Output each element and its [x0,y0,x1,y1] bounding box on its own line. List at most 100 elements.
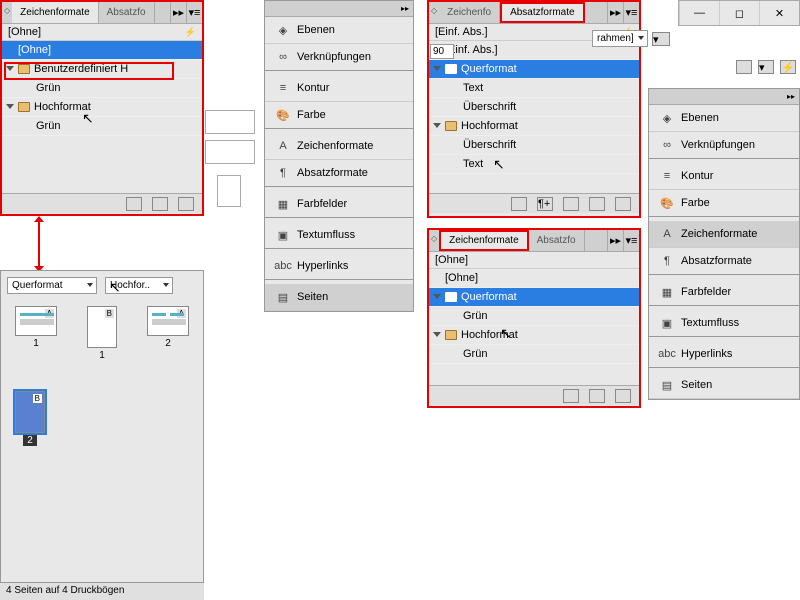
panel-expand-icon[interactable]: ▸▸ [787,92,795,101]
side-panel-item[interactable]: abcHyperlinks [649,341,799,368]
side-panel-item[interactable]: ≡Kontur [649,163,799,190]
list-item[interactable]: Grün [429,307,639,326]
panel-item-icon: ▣ [275,228,291,242]
side-panel-item[interactable]: 🎨Farbe [649,190,799,217]
toolbar-btn[interactable]: ⚡ [780,60,796,74]
status-bar: 4 Seiten auf 4 Druckbögen [0,582,204,600]
side-panel-item[interactable]: ▤Seiten [265,284,413,311]
toolbar-btn[interactable]: ▾ [652,32,670,46]
side-panel-item[interactable]: ∞Verknüpfungen [265,44,413,71]
disclosure-icon[interactable] [433,294,441,299]
disclosure-icon[interactable] [433,66,441,71]
new-group-button[interactable] [126,197,142,211]
list-item[interactable]: Hochformat [429,117,639,136]
list-item[interactable]: Überschrift [429,98,639,117]
collapse-icon[interactable]: ◇ [429,2,439,23]
pages-thumbnails: A 1 B 1 A 2 B 2 [1,300,203,452]
page-thumb-1a[interactable]: A 1 [15,306,57,361]
close-button[interactable]: ✕ [759,1,799,25]
new-group-button[interactable] [563,197,579,211]
panel-menu-icon[interactable]: ▾≡ [623,230,639,251]
tab-absatzformate[interactable]: Absatzfo [99,2,155,23]
panel-menu-icon[interactable]: ▾≡ [186,2,202,23]
side-panel-item[interactable]: ∞Verknüpfungen [649,132,799,159]
disclosure-icon[interactable] [433,332,441,337]
list-item[interactable]: Hochformat [429,326,639,345]
side-panel-item[interactable]: AZeichenformate [649,221,799,248]
list-item[interactable]: Benutzerdefiniert H [2,60,202,79]
page-thumb-2b[interactable]: B 2 [15,391,45,446]
side-panel-item[interactable]: ▦Farbfelder [265,191,413,218]
toolbar-btn[interactable]: ▾ [758,60,774,74]
collapse-icon[interactable]: ◇ [2,2,12,23]
collapse-icon[interactable]: ◇ [429,230,439,251]
list-item[interactable]: Querformat [429,60,639,79]
delete-button[interactable] [615,197,631,211]
list-item[interactable]: Querformat [429,288,639,307]
disclosure-icon[interactable] [433,123,441,128]
panel-item-label: Zeichenformate [681,228,757,240]
tab-zeichenformate[interactable]: Zeichenformate [439,230,528,251]
page-thumb-2a[interactable]: A 2 [147,306,189,361]
maximize-button[interactable]: ◻ [719,1,759,25]
new-style-button[interactable] [589,197,605,211]
panel-expand-icon[interactable]: ▸▸ [170,2,186,23]
panel-item-label: Ebenen [681,112,719,124]
panel-item-label: Farbfelder [297,198,347,210]
tab-absatzformate[interactable]: Absatzfo [529,230,585,251]
list-item-label: Grün [36,120,60,132]
list-item[interactable]: Grün [2,79,202,98]
panel-tabbar: ◇ Zeichenfo Absatzformate ▸▸ ▾≡ [429,2,639,24]
side-panel-item[interactable]: ▣Textumfluss [265,222,413,249]
delete-button[interactable] [178,197,194,211]
new-group-button[interactable] [563,389,579,403]
list-item[interactable]: [Ohne] [429,269,639,288]
master-dropdown-hochformat[interactable]: Hochfor.. [105,277,173,294]
side-panel-item[interactable]: ▦Farbfelder [649,279,799,306]
tab-absatzformate[interactable]: Absatzformate [500,2,584,23]
folder-icon [445,121,457,131]
list-item[interactable]: Überschrift [429,136,639,155]
panel-expand-icon[interactable]: ▸▸ [401,4,409,13]
list-item[interactable]: [Ohne] [2,41,202,60]
list-item[interactable]: Text [429,155,639,174]
header-label: [Ohne] [8,26,41,38]
side-panel-item[interactable]: ¶Absatzformate [265,160,413,187]
list-item[interactable]: Grün [429,345,639,364]
delete-button[interactable] [615,389,631,403]
disclosure-icon[interactable] [6,104,14,109]
list-item[interactable]: Hochformat [2,98,202,117]
side-panel-item[interactable]: ◈Ebenen [265,17,413,44]
list-item[interactable]: Grün [2,117,202,136]
rahmen-dropdown[interactable]: rahmen] [592,30,648,47]
disclosure-icon[interactable] [6,66,14,71]
tab-zeichenformate[interactable]: Zeichenfo [439,2,500,23]
panel-expand-icon[interactable]: ▸▸ [607,230,623,251]
footer-btn-1[interactable] [511,197,527,211]
side-panel-item[interactable]: ¶Absatzformate [649,248,799,275]
tab-zeichenformate[interactable]: Zeichenformate [12,2,98,23]
panel-expand-icon[interactable]: ▸▸ [607,2,623,23]
master-dropdown-querformat[interactable]: Querformat [7,277,97,294]
panel-item-icon: abc [659,347,675,361]
side-panel-item[interactable]: AZeichenformate [265,133,413,160]
red-arrow [38,222,40,266]
panel-header: [Ohne] ⚡ [2,24,202,41]
numeric-field[interactable]: 90 [430,44,454,59]
toolbar-btn[interactable] [736,60,752,74]
page-thumb-1b[interactable]: B 1 [87,306,117,361]
minimize-button[interactable]: — [679,1,719,25]
side-panel-item[interactable]: ▤Seiten [649,372,799,399]
side-panel-item[interactable]: abcHyperlinks [265,253,413,280]
new-style-button[interactable] [152,197,168,211]
side-panel-item[interactable]: 🎨Farbe [265,102,413,129]
folder-icon [445,292,457,302]
new-style-button[interactable] [589,389,605,403]
side-panel-item[interactable]: ≡Kontur [265,75,413,102]
side-panel-item[interactable]: ▣Textumfluss [649,310,799,337]
footer-btn-2[interactable]: ¶+ [537,197,553,211]
side-panel-item[interactable]: ◈Ebenen [649,105,799,132]
side-panel-right: ▸▸ ◈Ebenen∞Verknüpfungen ≡Kontur🎨Farbe AZe… [648,88,800,400]
list-item[interactable]: Text [429,79,639,98]
panel-menu-icon[interactable]: ▾≡ [623,2,639,23]
